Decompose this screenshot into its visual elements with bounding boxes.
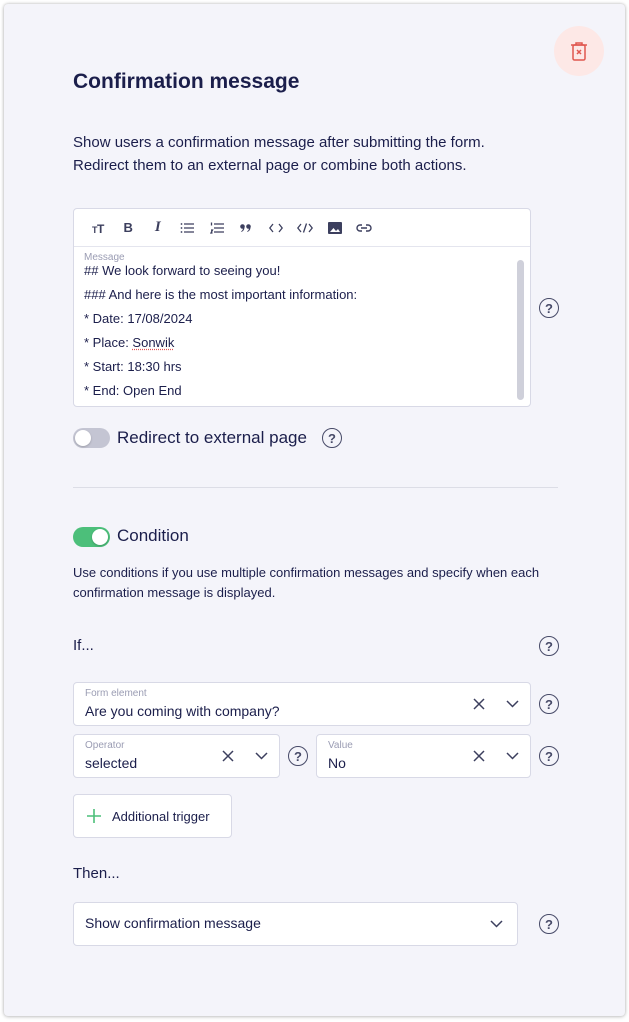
if-help-icon[interactable]: ? [539, 636, 559, 656]
value-value: No [328, 755, 346, 771]
page-title: Confirmation message [73, 70, 300, 93]
condition-toggle[interactable] [73, 527, 110, 547]
operator-label: Operator [85, 740, 125, 751]
bold-glyph: B [123, 220, 133, 235]
form-element-help-icon[interactable]: ? [539, 694, 559, 714]
svg-text:T: T [97, 222, 105, 234]
form-element-value: Are you coming with company? [85, 703, 280, 719]
additional-trigger-label: Additional trigger [112, 808, 210, 824]
form-element-label: Form element [85, 688, 147, 699]
redirect-label: Redirect to external page [117, 428, 307, 447]
message-editor[interactable]: TT B I Message ## We look forward to see… [73, 208, 531, 407]
section-divider [73, 487, 558, 488]
plus-icon [87, 809, 101, 823]
numbered-list-icon[interactable] [202, 209, 232, 247]
editor-line: * Start: 18:30 hrs [84, 359, 182, 374]
operator-select[interactable]: Operator selected [73, 734, 280, 778]
quote-icon[interactable] [232, 209, 262, 247]
then-action-value: Show confirmation message [85, 915, 261, 931]
bullet-list-icon[interactable] [173, 209, 203, 247]
chevron-down-icon[interactable] [503, 695, 521, 713]
editor-line-place: * Place: Sonwik [84, 331, 520, 355]
chevron-down-icon[interactable] [252, 747, 270, 765]
toggle-knob [75, 430, 91, 446]
editor-content[interactable]: Message ## We look forward to seeing you… [74, 247, 530, 403]
page-description: Show users a confirmation message after … [73, 134, 485, 174]
editor-scrollbar[interactable] [517, 260, 524, 400]
chevron-down-icon[interactable] [487, 915, 505, 933]
condition-label: Condition [117, 526, 189, 545]
then-help-icon[interactable]: ? [539, 914, 559, 934]
then-label: Then... [73, 865, 120, 882]
message-label: Message [84, 252, 125, 263]
redirect-help-icon[interactable]: ? [322, 428, 342, 448]
value-select[interactable]: Value No [316, 734, 531, 778]
value-label: Value [328, 740, 353, 751]
clear-icon[interactable] [219, 747, 237, 765]
value-help-icon[interactable]: ? [539, 746, 559, 766]
place-prefix: * Place: [84, 335, 133, 350]
then-action-select[interactable]: Show confirmation message [73, 902, 518, 946]
image-icon[interactable] [320, 209, 350, 247]
bold-icon[interactable]: B [114, 209, 144, 247]
operator-help-icon[interactable]: ? [288, 746, 308, 766]
editor-line: ## We look forward to seeing you! [84, 263, 281, 278]
condition-description: Use conditions if you use multiple confi… [73, 565, 540, 600]
redirect-toggle[interactable] [73, 428, 110, 448]
italic-glyph: I [154, 219, 161, 235]
clear-icon[interactable] [470, 695, 488, 713]
link-icon[interactable] [350, 209, 380, 247]
message-help-icon[interactable]: ? [539, 298, 559, 318]
editor-line: ### And here is the most important infor… [84, 287, 358, 302]
code-block-icon[interactable] [291, 209, 321, 247]
operator-value: selected [85, 755, 138, 771]
editor-line: * End: Open End [84, 383, 182, 398]
text-size-icon[interactable]: TT [84, 209, 114, 247]
editor-line: * Date: 17/08/2024 [84, 311, 193, 326]
code-icon[interactable] [261, 209, 291, 247]
confirmation-card: Confirmation message Show users a confir… [4, 4, 625, 1016]
clear-icon[interactable] [470, 747, 488, 765]
if-label: If... [73, 637, 94, 654]
delete-button[interactable] [554, 26, 604, 76]
trash-icon [571, 42, 587, 61]
additional-trigger-button[interactable]: Additional trigger [73, 794, 232, 838]
form-element-select[interactable]: Form element Are you coming with company… [73, 682, 531, 726]
place-value: Sonwik [132, 335, 175, 350]
editor-toolbar: TT B I [74, 209, 530, 247]
toggle-knob [92, 529, 108, 545]
italic-icon[interactable]: I [143, 209, 173, 247]
chevron-down-icon[interactable] [503, 747, 521, 765]
